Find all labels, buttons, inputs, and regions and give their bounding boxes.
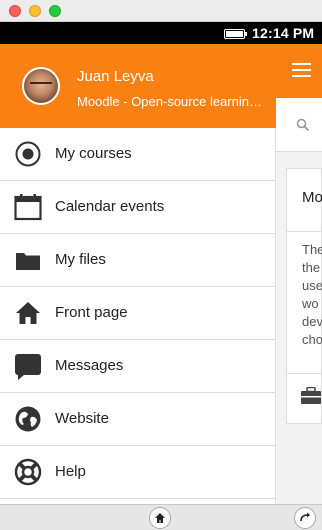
- menu-toggle-icon[interactable]: [292, 63, 311, 78]
- search-bar[interactable]: [276, 98, 322, 152]
- battery-icon: [224, 29, 247, 39]
- minimize-window-button[interactable]: [29, 5, 41, 17]
- rotate-icon: [300, 512, 310, 522]
- menu-item-label: Website: [55, 410, 109, 427]
- menu-item-label: My files: [55, 251, 106, 268]
- calendar-icon: [14, 194, 42, 221]
- chat-bubble-icon: [15, 354, 41, 380]
- menu-item-my-files[interactable]: My files: [0, 234, 276, 287]
- site-name: Moodle - Open-source learning platform: [77, 94, 267, 109]
- user-name: Juan Leyva: [77, 68, 154, 85]
- status-bar: 12:14 PM: [0, 22, 322, 44]
- menu-item-label: Calendar events: [55, 198, 165, 215]
- courses-icon: [15, 141, 41, 167]
- menu-list: My courses Calendar events My files Fron…: [0, 128, 276, 499]
- card-summary: The the use wo dev cho: [302, 242, 322, 347]
- menu-item-my-courses[interactable]: My courses: [0, 128, 276, 181]
- card-title: Mo: [302, 189, 322, 206]
- bottom-toolbar: [0, 504, 322, 530]
- menu-item-label: Messages: [55, 357, 124, 374]
- main-content-peek: Mo The the use wo dev cho: [276, 44, 322, 504]
- globe-icon: [15, 406, 41, 432]
- folder-icon: [16, 253, 40, 270]
- menu-item-label: My courses: [55, 145, 132, 162]
- rotate-button[interactable]: [294, 507, 316, 529]
- home-icon: [16, 302, 40, 324]
- course-card[interactable]: Mo The the use wo dev cho: [286, 168, 322, 424]
- zoom-window-button[interactable]: [49, 5, 61, 17]
- lifebuoy-icon: [14, 458, 42, 486]
- user-header[interactable]: Juan Leyva Moodle - Open-source learning…: [0, 44, 276, 128]
- side-menu: Juan Leyva Moodle - Open-source learning…: [0, 44, 276, 504]
- search-icon: [296, 118, 310, 132]
- menu-item-label: Front page: [55, 304, 128, 321]
- window-titlebar: [0, 0, 322, 22]
- close-window-button[interactable]: [9, 5, 21, 17]
- menu-item-front-page[interactable]: Front page: [0, 287, 276, 340]
- avatar: [22, 67, 60, 105]
- menu-item-help[interactable]: Help: [0, 446, 276, 499]
- briefcase-icon: [301, 387, 321, 404]
- app-header: [276, 44, 322, 98]
- menu-item-website[interactable]: Website: [0, 393, 276, 446]
- menu-item-messages[interactable]: Messages: [0, 340, 276, 393]
- menu-item-label: Help: [55, 463, 86, 480]
- home-button[interactable]: [149, 507, 171, 529]
- menu-item-calendar-events[interactable]: Calendar events: [0, 181, 276, 234]
- home-icon: [155, 513, 165, 523]
- status-time: 12:14 PM: [252, 25, 315, 41]
